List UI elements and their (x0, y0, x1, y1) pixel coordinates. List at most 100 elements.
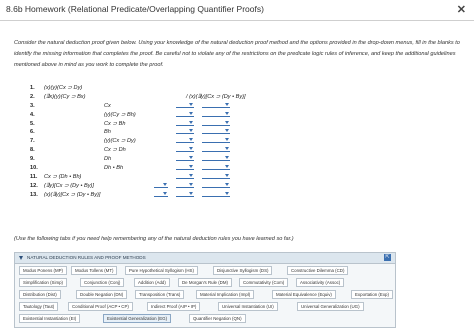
justification-select[interactable] (202, 155, 230, 162)
justification-dropdowns (176, 164, 238, 171)
rules-tab[interactable]: Modus Tollens (MT) (71, 266, 118, 275)
justification-select[interactable] (176, 120, 194, 126)
justification-dropdowns (176, 128, 238, 135)
proof-line: 9. Dh (14, 155, 314, 164)
rules-tab[interactable]: Constructive Dilemma (CD) (287, 266, 349, 275)
collapse-triangle-icon[interactable] (19, 256, 23, 260)
rules-tab[interactable]: Addition (Add) (134, 278, 170, 287)
rules-tab[interactable]: Material Equivalence (Equiv) (272, 290, 336, 299)
rules-tab[interactable]: Transposition (Trans) (135, 290, 185, 299)
proof-line-number: 7. (30, 138, 35, 145)
rules-tab[interactable]: Simplification (Simp) (19, 278, 68, 287)
proof-line-number: 12. (30, 182, 38, 189)
justification-select[interactable] (202, 191, 230, 197)
justification-dropdowns (176, 146, 238, 153)
justification-select[interactable] (176, 146, 194, 153)
rules-tab-row: Simplification (Simp) Conjunction (Conj) A… (19, 278, 395, 288)
justification-select[interactable] (202, 128, 230, 135)
proof-line: 4. (y)(Cy ⊃ Bh) (14, 111, 314, 120)
justification-dropdowns (176, 155, 238, 162)
rules-tab[interactable]: Exportation (Exp) (351, 290, 393, 299)
proof-line: 6. Bh (14, 128, 314, 137)
proof-line: 7. (y)(Cx ⊃ Dy) (14, 137, 314, 146)
justification-dropdowns (176, 111, 238, 117)
justification-dropdowns (176, 137, 238, 144)
rules-tab[interactable]: Distribution (Dist) (19, 290, 61, 299)
proof-line-number: 3. (30, 102, 35, 109)
rules-tab[interactable]: Disjunctive Syllogism (DS) (213, 266, 273, 275)
rules-tab[interactable]: Quantifier Negation (QN) (189, 314, 246, 323)
justification-select[interactable] (176, 155, 194, 162)
proof-line: 3. Cx (14, 102, 314, 111)
rules-tab[interactable]: Universal Generalization (UG) (297, 302, 364, 311)
justification-dropdowns (154, 191, 238, 197)
rules-tab[interactable]: Tautology (Taut) (19, 302, 59, 311)
rules-tab[interactable]: Double Negation (DN) (76, 290, 128, 299)
proof-line-answer: Cx ⊃ Bh (104, 120, 126, 127)
proof-line-number: 1. (30, 85, 35, 91)
rules-tab-row: Tautology (Taut) Conditional Proof (ACP •… (19, 302, 395, 312)
proof-line: 10. Dh • Bh (14, 164, 314, 173)
proof-line: 5. Cx ⊃ Bh (14, 120, 314, 129)
justification-select[interactable] (176, 173, 194, 179)
justification-select[interactable] (202, 137, 230, 144)
justification-select[interactable] (202, 111, 230, 117)
justification-select[interactable] (202, 120, 230, 126)
rules-tab-row: Distribution (Dist) Double Negation (DN) T… (19, 290, 395, 300)
rules-tab[interactable]: De Morgan's Rule (DM) (178, 278, 232, 287)
justification-select[interactable] (176, 191, 194, 197)
justification-select[interactable] (176, 102, 194, 108)
pin-icon[interactable]: ⇱ (384, 254, 391, 261)
proof-line-number: 9. (30, 156, 35, 163)
proof-line-number: 2. (30, 93, 35, 100)
proof-line-formula: (∃x)(y)(Cy ⊃ Bx) (44, 93, 86, 100)
rules-tab[interactable]: Pure Hypothetical Syllogism (HS) (125, 266, 198, 275)
justification-select[interactable] (202, 146, 230, 153)
proof-line: 2. (∃x)(y)(Cy ⊃ Bx) / (x)(∃y)[Cx ⊃ (Dy • B… (14, 93, 314, 102)
proof-line: 11. Cx ⊃ (Dh • Bh) (14, 173, 314, 182)
rules-tab[interactable]: Modus Ponens (MP) (19, 266, 68, 275)
rules-tab-row: Modus Ponens (MP) Modus Tollens (MT) Pure … (19, 266, 395, 276)
proof-line: 1. (x)(y)(Cx ⊃ Dy) (14, 84, 314, 93)
proof-line-answer: (y)(Cy ⊃ Bh) (104, 111, 136, 118)
rules-tab[interactable]: Indirect Proof (AIP • IP) (147, 302, 201, 311)
close-icon[interactable]: ✕ (457, 3, 466, 16)
rules-tab-row: Existential Instantiation (EI) Existentia… (19, 314, 395, 324)
justification-select[interactable] (176, 164, 194, 171)
justification-select[interactable] (176, 128, 194, 135)
justification-select[interactable] (202, 164, 230, 171)
justification-select[interactable] (202, 102, 230, 108)
justification-select[interactable] (176, 111, 194, 117)
justification-select[interactable] (202, 182, 230, 188)
proof-line-number: 4. (30, 111, 35, 118)
proof-conclusion: / (x)(∃y)[Cx ⊃ (Dy • By)] (186, 93, 246, 100)
proof-line-answer: (y)(Cx ⊃ Dy) (104, 138, 136, 145)
rules-tab[interactable]: Existential Instantiation (EI) (19, 314, 81, 323)
proof-line: 13. (x)(∃y)[Cx ⊃ (Dy • By)] (14, 191, 314, 200)
rules-tab[interactable]: Associativity (Assoc) (296, 278, 345, 287)
justification-select[interactable] (202, 173, 230, 179)
rules-panel-heading: NATURAL DEDUCTION RULES AND PROOF METHOD… (27, 255, 146, 260)
justification-select[interactable] (154, 182, 168, 188)
tabs-note: (Use the following tabs if you need help… (14, 236, 294, 242)
justification-select[interactable] (176, 182, 194, 188)
justification-select[interactable] (154, 191, 168, 197)
rules-tab[interactable]: Material Implication (Impl) (196, 290, 255, 299)
proof-line-answer: Cx ⊃ Dh (104, 147, 126, 154)
rules-tab[interactable]: Conjunction (Conj) (80, 278, 125, 287)
rules-tab[interactable]: Conditional Proof (ACP • CP) (68, 302, 133, 311)
proof-line-formula: (∃y)[Cx ⊃ (Dy • By)] (44, 182, 94, 189)
rules-tab[interactable]: Universal Instantiation (UI) (218, 302, 278, 311)
title-bar: 8.6b Homework (Relational Predicate/Over… (0, 0, 474, 21)
proof-line-number: 6. (30, 129, 35, 136)
rules-panel-header[interactable]: NATURAL DEDUCTION RULES AND PROOF METHOD… (15, 253, 395, 264)
justification-select[interactable] (176, 137, 194, 144)
page-title: 8.6b Homework (Relational Predicate/Over… (6, 4, 264, 14)
justification-dropdowns (154, 182, 238, 188)
proof-line-number: 10. (30, 165, 38, 172)
proof-line-answer: Dh (104, 156, 112, 163)
rules-tab[interactable]: Existential Generalization (EG) (103, 314, 172, 323)
rules-tab[interactable]: Commutativity (Com) (239, 278, 289, 287)
proof-line-number: 8. (30, 147, 35, 154)
proof-line: 12. (∃y)[Cx ⊃ (Dy • By)] (14, 182, 314, 191)
